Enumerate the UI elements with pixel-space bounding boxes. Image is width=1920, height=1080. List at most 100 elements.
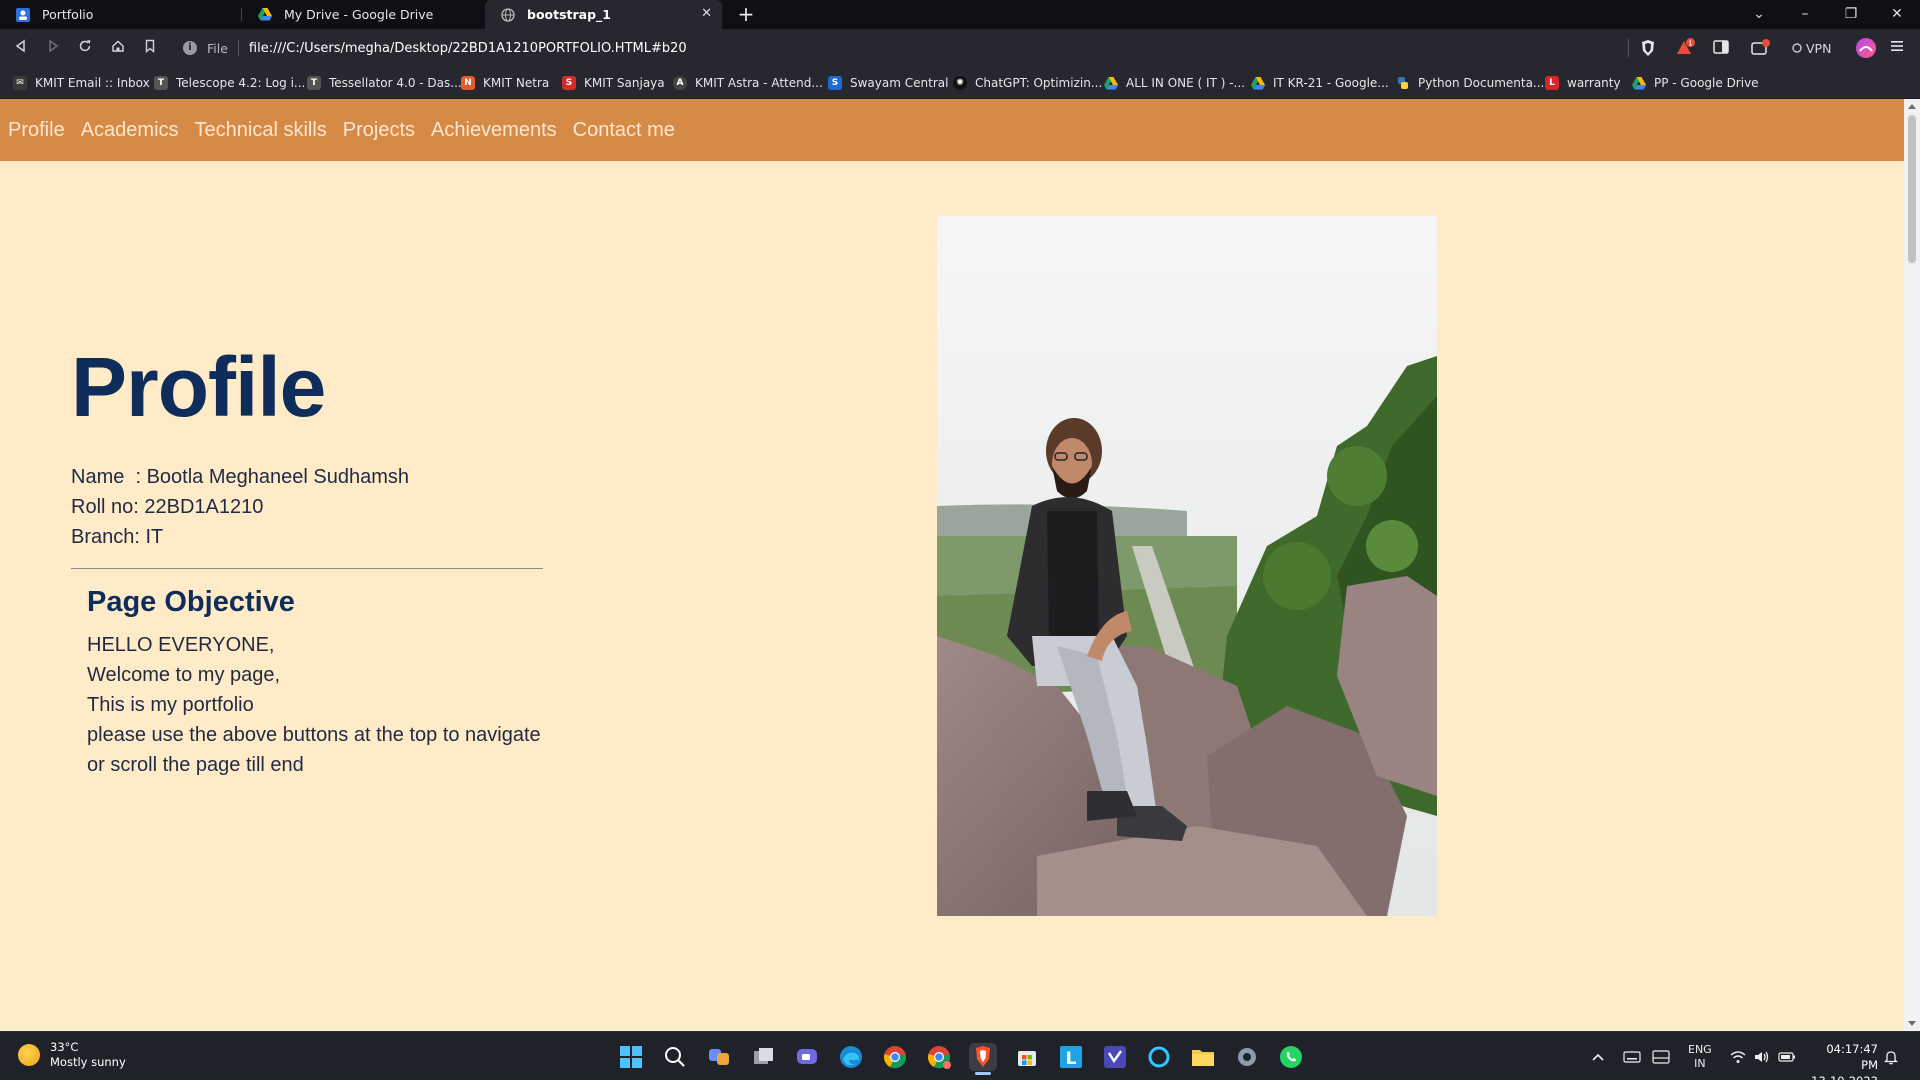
- bookmark-all-in-one[interactable]: ALL IN ONE ( IT ) -...: [1104, 75, 1245, 91]
- svg-text:L: L: [1066, 1049, 1077, 1069]
- vpn-label: VPN: [1806, 40, 1832, 56]
- tab-title: bootstrap_1: [527, 7, 612, 22]
- system-clock[interactable]: 04:17:47 PM 13-10-2023: [1806, 1041, 1878, 1080]
- edge-browser-icon[interactable]: [837, 1043, 865, 1071]
- vpn-shield-icon: [1792, 43, 1802, 53]
- bookmark-chatgpt[interactable]: ✺ ChatGPT: Optimizin...: [953, 75, 1102, 91]
- address-bar[interactable]: i File file:///C:/Users/megha/Desktop/22…: [178, 34, 1628, 62]
- active-app-indicator: [975, 1072, 991, 1075]
- home-icon[interactable]: [108, 38, 128, 58]
- google-drive-icon: [1104, 76, 1118, 90]
- vpn-button[interactable]: VPN: [1792, 37, 1831, 59]
- profile-roll-no: Roll no: 22BD1A1210: [71, 496, 264, 518]
- bookmark-label: ALL IN ONE ( IT ) -...: [1126, 76, 1245, 90]
- warranty-icon: L: [1545, 76, 1559, 90]
- scroll-up-arrow-icon[interactable]: [1908, 104, 1916, 109]
- bookmark-warranty[interactable]: L warranty: [1545, 75, 1621, 91]
- page-scrollbar[interactable]: [1904, 99, 1920, 1031]
- new-tab-button[interactable]: +: [734, 2, 758, 26]
- minimize-button[interactable]: –: [1782, 0, 1828, 29]
- search-icon[interactable]: [661, 1043, 689, 1071]
- settings-gear-icon[interactable]: [1233, 1043, 1261, 1071]
- brave-browser-icon[interactable]: [969, 1043, 997, 1075]
- objective-line: or scroll the page till end: [87, 754, 304, 776]
- keyboard-icon[interactable]: [1623, 1032, 1641, 1080]
- nav-link-contact[interactable]: Contact me: [573, 119, 675, 142]
- wifi-icon: [1730, 1050, 1746, 1063]
- objective-heading: Page Objective: [87, 586, 295, 618]
- wallet-icon[interactable]: [1750, 38, 1770, 58]
- file-explorer-icon[interactable]: [1189, 1043, 1217, 1071]
- scrollbar-thumb[interactable]: [1908, 115, 1916, 263]
- close-window-button[interactable]: ✕: [1874, 0, 1920, 29]
- show-hidden-icons-icon[interactable]: [1591, 1032, 1605, 1080]
- widgets-icon[interactable]: [705, 1043, 733, 1071]
- chrome-profile-icon[interactable]: [925, 1043, 953, 1071]
- windows-start-icon[interactable]: [617, 1043, 645, 1071]
- clock-time: 04:17:47 PM: [1826, 1042, 1878, 1072]
- site-navbar: Profile Academics Technical skills Proje…: [0, 99, 1904, 161]
- volume-icon: [1755, 1051, 1769, 1062]
- close-tab-icon[interactable]: ✕: [701, 6, 712, 21]
- scroll-down-arrow-icon[interactable]: [1908, 1021, 1916, 1026]
- weather-widget[interactable]: 33°C Mostly sunny: [18, 1040, 126, 1070]
- sunny-weather-icon: [18, 1044, 40, 1066]
- visual-studio-icon[interactable]: [1101, 1043, 1129, 1071]
- nav-link-technical-skills[interactable]: Technical skills: [195, 119, 327, 142]
- reload-icon[interactable]: [75, 38, 95, 58]
- portfolio-favicon-icon: [16, 7, 30, 22]
- bookmark-kmit-netra[interactable]: N KMIT Netra: [461, 75, 549, 91]
- bookmark-pp-drive[interactable]: PP - Google Drive: [1632, 75, 1759, 91]
- menu-icon[interactable]: [1889, 38, 1909, 58]
- l-app-icon[interactable]: L: [1057, 1043, 1085, 1071]
- nav-link-projects[interactable]: Projects: [343, 119, 415, 142]
- bookmark-telescope[interactable]: T Telescope 4.2: Log i...: [154, 75, 305, 91]
- sidebar-toggle-icon[interactable]: [1712, 38, 1732, 58]
- restore-button[interactable]: ❐: [1828, 0, 1874, 29]
- notification-bell-icon[interactable]: [1884, 1032, 1898, 1080]
- bookmark-icon[interactable]: [140, 38, 160, 58]
- language-indicator[interactable]: ENG IN: [1688, 1032, 1712, 1080]
- tab-portfolio[interactable]: Portfolio: [0, 0, 242, 29]
- bookmark-label: PP - Google Drive: [1654, 76, 1759, 90]
- objective-line: please use the above buttons at the top …: [87, 724, 541, 746]
- profile-branch: Branch: IT: [71, 526, 164, 548]
- nav-link-academics[interactable]: Academics: [81, 119, 179, 142]
- bookmark-python-docs[interactable]: Python Documenta...: [1396, 75, 1544, 91]
- bookmark-label: Telescope 4.2: Log i...: [176, 76, 306, 90]
- objective-text: HELLO EVERYONE, Welcome to my page, This…: [87, 630, 541, 780]
- tab-search-chevron-icon[interactable]: ⌄: [1736, 0, 1782, 29]
- microsoft-store-icon[interactable]: [1013, 1043, 1041, 1071]
- bookmark-swayam[interactable]: S Swayam Central: [828, 75, 948, 91]
- task-view-icon[interactable]: [749, 1043, 777, 1071]
- whatsapp-icon[interactable]: [1277, 1043, 1305, 1071]
- forward-icon[interactable]: [43, 38, 63, 58]
- tab-google-drive[interactable]: My Drive - Google Drive: [242, 0, 482, 29]
- cortana-icon[interactable]: [1145, 1043, 1173, 1071]
- back-icon[interactable]: [11, 38, 31, 58]
- bookmark-kmit-sanjaya[interactable]: S KMIT Sanjaya: [562, 75, 665, 91]
- bookmark-it-kr21[interactable]: IT KR-21 - Google...: [1251, 75, 1389, 91]
- chrome-icon[interactable]: [881, 1043, 909, 1071]
- quick-settings[interactable]: [1730, 1032, 1796, 1080]
- globe-icon: [501, 7, 515, 22]
- brave-rewards-icon[interactable]: 1: [1674, 38, 1695, 58]
- url-text[interactable]: file:///C:/Users/megha/Desktop/22BD1A121…: [249, 41, 687, 56]
- battery-icon: [1778, 1051, 1795, 1062]
- site-info-icon[interactable]: i: [183, 41, 197, 55]
- browser-tab-bar: Portfolio My Drive - Google Drive bootst…: [0, 0, 1920, 29]
- bookmark-label: Python Documenta...: [1418, 76, 1545, 90]
- bookmark-kmit-email[interactable]: ✉ KMIT Email :: Inbox: [13, 75, 150, 91]
- bookmark-label: ChatGPT: Optimizin...: [975, 76, 1103, 90]
- tab-bootstrap[interactable]: bootstrap_1 ✕: [485, 0, 722, 29]
- nav-link-profile[interactable]: Profile: [8, 119, 65, 142]
- mail-icon: ✉: [13, 76, 27, 90]
- page-viewport: Profile Academics Technical skills Proje…: [0, 99, 1904, 1031]
- brave-shields-icon[interactable]: [1638, 38, 1658, 58]
- bookmark-tessellator[interactable]: T Tessellator 4.0 - Das...: [307, 75, 462, 91]
- nav-link-achievements[interactable]: Achievements: [431, 119, 557, 142]
- bookmark-kmit-astra[interactable]: A KMIT Astra - Attend...: [673, 75, 823, 91]
- touch-keyboard-icon[interactable]: [1652, 1032, 1670, 1080]
- profile-avatar-icon[interactable]: [1855, 37, 1876, 58]
- teams-chat-icon[interactable]: [793, 1043, 821, 1071]
